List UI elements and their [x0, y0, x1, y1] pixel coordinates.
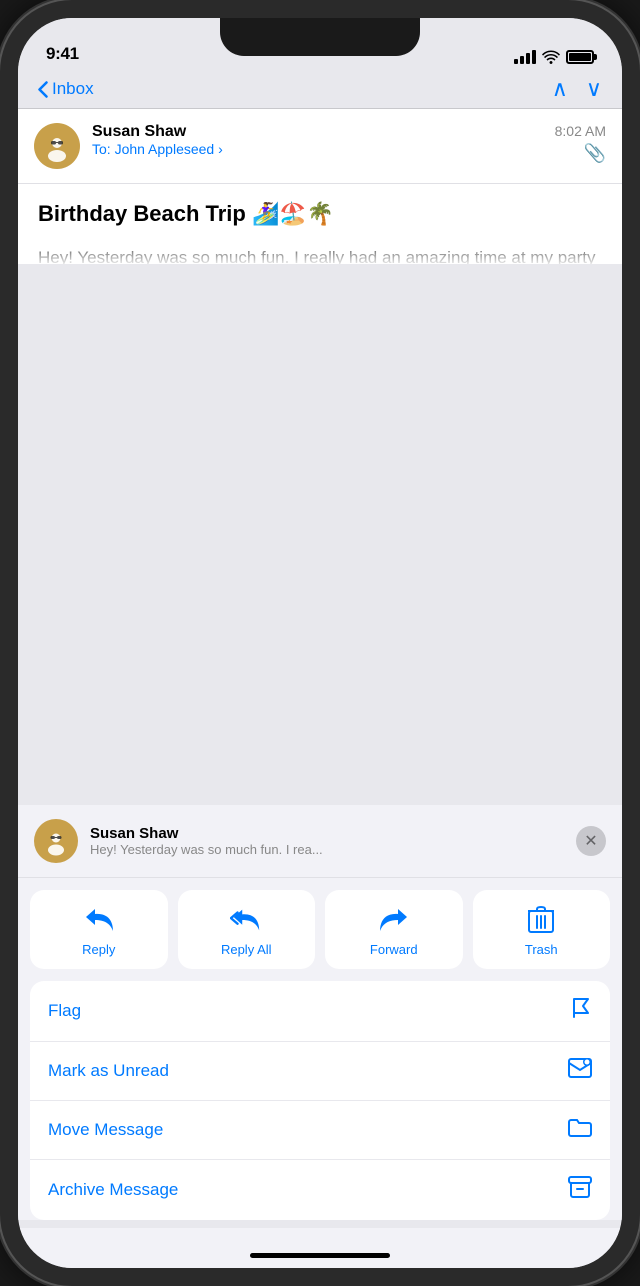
- archive-message-menu-item[interactable]: Archive Message: [30, 1160, 610, 1220]
- envelope-icon: [568, 1058, 592, 1084]
- nav-bar: Inbox ∧ ∨: [18, 70, 622, 109]
- preview-snippet: Hey! Yesterday was so much fun. I rea...: [90, 842, 564, 857]
- close-button[interactable]: ✕: [576, 826, 606, 856]
- back-button[interactable]: Inbox: [38, 79, 94, 99]
- wifi-icon: [542, 50, 560, 64]
- attachment-icon: 📎: [584, 143, 606, 164]
- reply-all-icon: [230, 906, 262, 934]
- flag-label: Flag: [48, 1001, 81, 1021]
- email-header: Susan Shaw To: John Appleseed › 8:02 AM …: [18, 109, 622, 184]
- envelope-svg: [568, 1058, 592, 1078]
- to-label: To:: [92, 141, 111, 157]
- archive-message-label: Archive Message: [48, 1180, 178, 1200]
- mark-unread-menu-item[interactable]: Mark as Unread: [30, 1042, 610, 1101]
- nav-arrows: ∧ ∨: [552, 78, 602, 100]
- preview-header: Susan Shaw Hey! Yesterday was so much fu…: [18, 805, 622, 878]
- trash-icon: [525, 906, 557, 934]
- signal-icon: [514, 50, 536, 64]
- archive-svg: [568, 1176, 592, 1198]
- preview-name: Susan Shaw: [90, 825, 564, 842]
- sender-avatar: [34, 123, 80, 169]
- mark-unread-label: Mark as Unread: [48, 1061, 169, 1081]
- email-meta: Susan Shaw To: John Appleseed ›: [92, 123, 543, 157]
- back-chevron-icon: [38, 81, 48, 98]
- forward-arrow-icon: [379, 907, 409, 933]
- folder-svg: [568, 1117, 592, 1137]
- reply-all-button[interactable]: Reply All: [178, 890, 316, 969]
- preview-avatar-image: [41, 826, 71, 856]
- recipient-name[interactable]: John Appleseed ›: [115, 141, 223, 157]
- next-message-button[interactable]: ∨: [586, 78, 602, 100]
- sender-name: Susan Shaw: [92, 123, 543, 141]
- recipient-line: To: John Appleseed ›: [92, 141, 543, 157]
- trash-label: Trash: [525, 942, 558, 957]
- prev-message-button[interactable]: ∧: [552, 78, 568, 100]
- status-time: 9:41: [46, 44, 79, 64]
- reply-label: Reply: [82, 942, 115, 957]
- menu-section: Flag Mark as Unread: [18, 981, 622, 1220]
- home-indicator[interactable]: [250, 1253, 390, 1258]
- trash-button[interactable]: Trash: [473, 890, 611, 969]
- action-buttons-row: Reply Reply All: [18, 878, 622, 981]
- preview-info: Susan Shaw Hey! Yesterday was so much fu…: [90, 825, 564, 857]
- preview-avatar: [34, 819, 78, 863]
- reply-arrow-icon: [84, 907, 114, 933]
- forward-button[interactable]: Forward: [325, 890, 463, 969]
- email-time: 8:02 AM: [555, 123, 606, 139]
- archive-icon: [568, 1176, 592, 1204]
- screen: 9:41: [18, 18, 622, 1268]
- bottom-spacer: [18, 1228, 622, 1268]
- phone-frame: 9:41: [0, 0, 640, 1286]
- inbox-label: Inbox: [52, 79, 94, 99]
- forward-icon: [378, 906, 410, 934]
- action-sheet: Susan Shaw Hey! Yesterday was so much fu…: [18, 805, 622, 1268]
- email-subject: Birthday Beach Trip 🏄‍♀️🏖️🌴: [38, 200, 602, 229]
- folder-icon: [568, 1117, 592, 1143]
- battery-icon: [566, 50, 594, 64]
- move-message-label: Move Message: [48, 1120, 163, 1140]
- reply-all-label: Reply All: [221, 942, 272, 957]
- reply-button[interactable]: Reply: [30, 890, 168, 969]
- trash-bin-icon: [528, 906, 554, 934]
- reply-all-arrow-icon: [230, 907, 262, 933]
- avatar-image: [41, 130, 73, 162]
- status-icons: [514, 50, 594, 64]
- flag-svg: [570, 997, 592, 1019]
- email-fade: [18, 234, 622, 264]
- flag-menu-item[interactable]: Flag: [30, 981, 610, 1042]
- forward-label: Forward: [370, 942, 418, 957]
- email-time-area: 8:02 AM 📎: [555, 123, 606, 164]
- reply-icon: [83, 906, 115, 934]
- notch: [220, 18, 420, 56]
- flag-icon: [570, 997, 592, 1025]
- move-message-menu-item[interactable]: Move Message: [30, 1101, 610, 1160]
